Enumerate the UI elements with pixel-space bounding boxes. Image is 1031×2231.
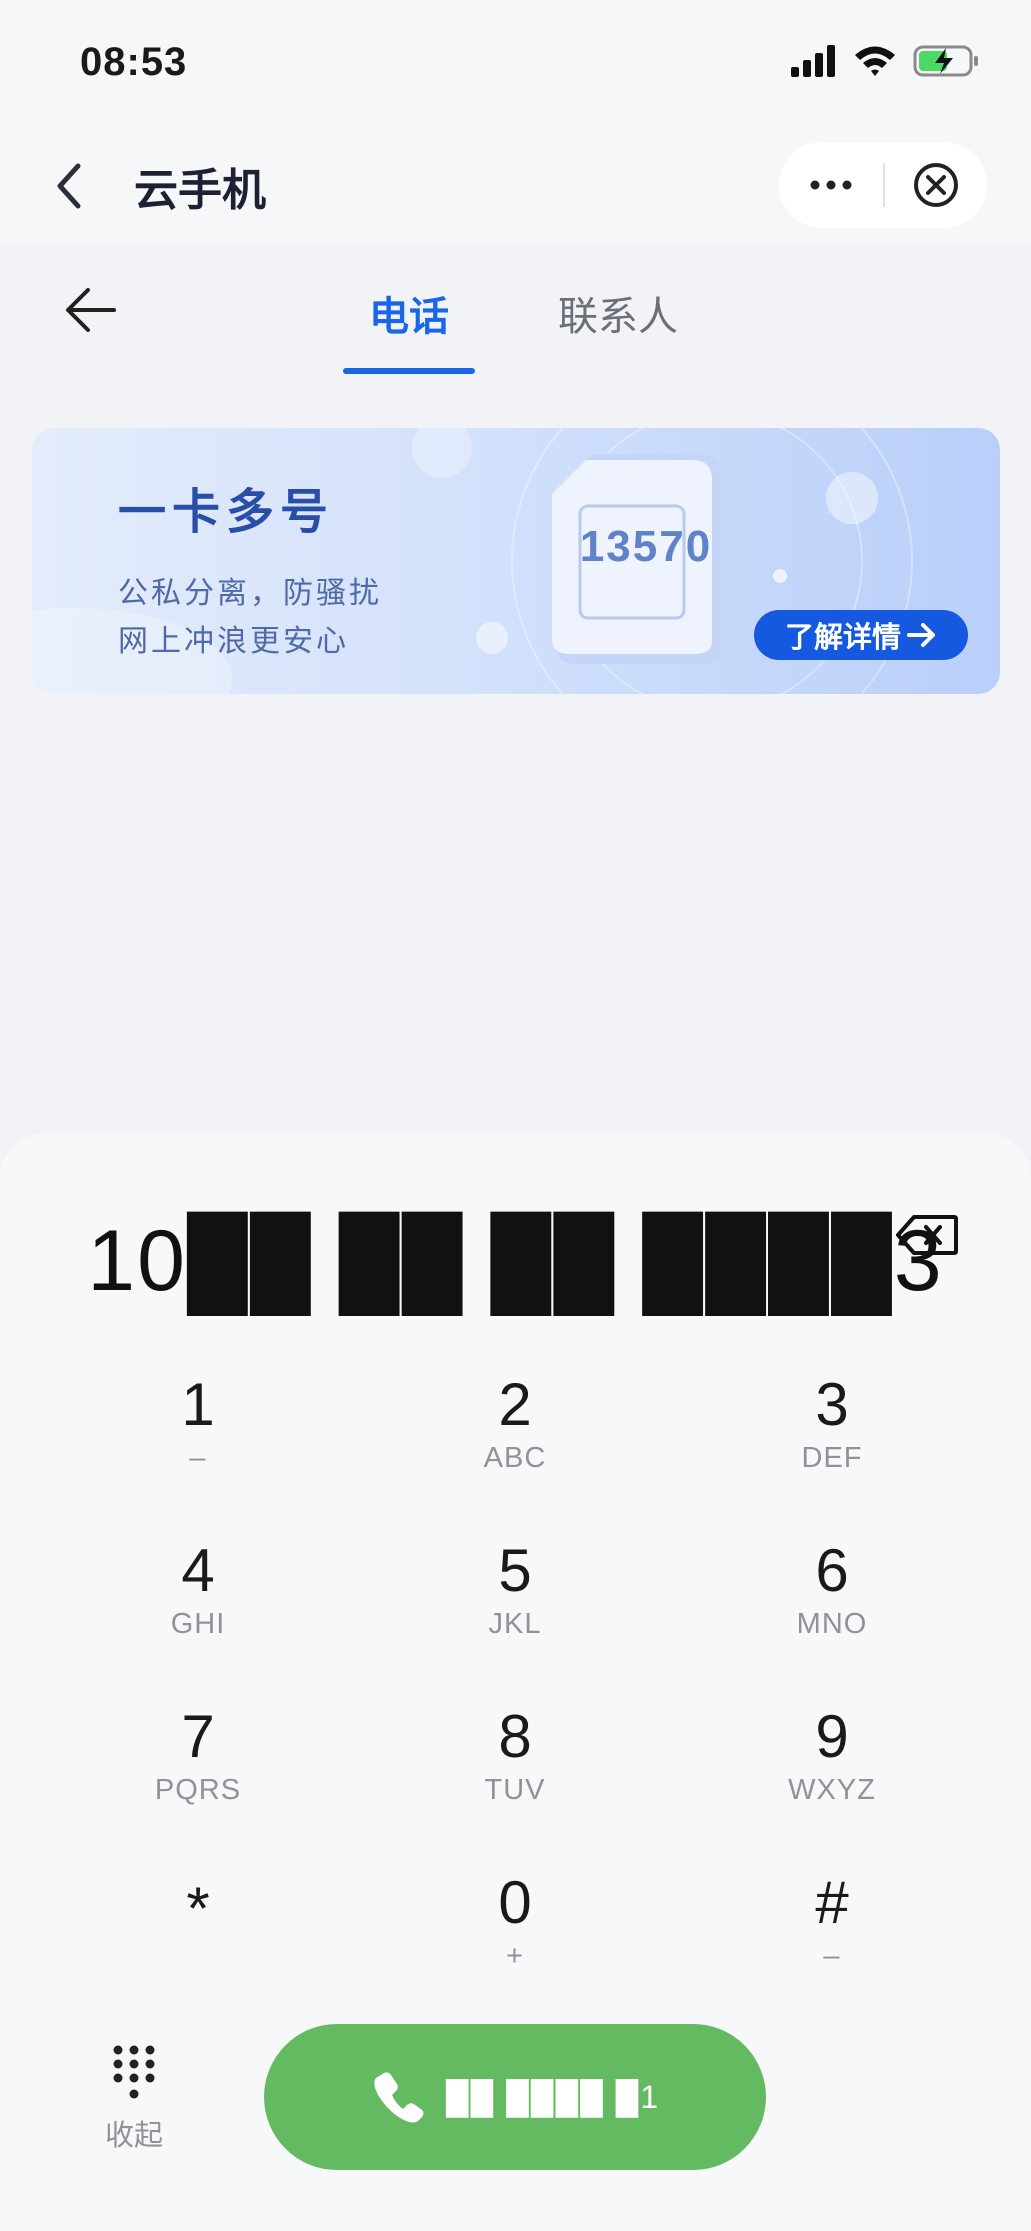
key-letters: – <box>189 1442 207 1474</box>
key-1[interactable]: 1 – <box>98 1370 298 1500</box>
arrow-left-icon[interactable] <box>64 282 120 338</box>
wifi-icon <box>855 46 895 76</box>
mini-program-title: 云手机 <box>134 166 266 215</box>
key-digit: 7 <box>181 1703 215 1770</box>
call-button[interactable]: ██ ████ █1 <box>264 2024 766 2170</box>
key-4[interactable]: 4 GHI <box>98 1536 298 1666</box>
key-digit: 9 <box>815 1703 849 1770</box>
battery-charging-icon <box>913 45 978 77</box>
key-letters: DEF <box>801 1442 863 1474</box>
promo-banner[interactable]: 一卡多号 公私分离，防骚扰 网上冲浪更安心 13570 了解详情 <box>32 428 1000 694</box>
backspace-icon[interactable] <box>896 1214 958 1256</box>
key-letters: JKL <box>488 1608 542 1640</box>
key-digit: * <box>186 1875 210 1942</box>
sim-card-digits: 13570 <box>579 522 713 571</box>
key-6[interactable]: 6 MNO <box>732 1536 932 1666</box>
key-7[interactable]: 7 PQRS <box>98 1702 298 1832</box>
key-9[interactable]: 9 WXYZ <box>732 1702 932 1832</box>
key-3[interactable]: 3 DEF <box>732 1370 932 1500</box>
app-content: 电话 联系人 一卡多号 公私分离，防骚扰 网上冲浪更安心 13570 了解详情 <box>0 242 1031 1142</box>
learn-more-button[interactable]: 了解详情 <box>754 610 968 660</box>
more-button[interactable] <box>779 142 883 228</box>
key-digit: 4 <box>181 1537 215 1604</box>
tab-phone[interactable]: 电话 <box>369 284 449 342</box>
mini-program-header: 云手机 <box>0 130 1031 242</box>
status-time: 08:53 <box>80 40 188 84</box>
key-2[interactable]: 2 ABC <box>415 1370 615 1500</box>
close-button[interactable] <box>885 142 987 228</box>
banner-subtitle-2: 网上冲浪更安心 <box>118 625 349 658</box>
key-letters: PQRS <box>154 1774 242 1806</box>
dialed-number: 10██ ██ ██ ████3 <box>87 1213 944 1309</box>
key-digit: 0 <box>498 1869 532 1936</box>
key-letters: MNO <box>796 1608 868 1640</box>
key-letters: WXYZ <box>788 1774 876 1806</box>
tab-active-indicator <box>343 368 475 374</box>
key-letters: + <box>506 1940 524 1972</box>
close-circle-icon <box>914 163 958 207</box>
key-digit: 1 <box>181 1371 215 1438</box>
key-digit: 6 <box>815 1537 849 1604</box>
key-letters: GHI <box>170 1608 226 1640</box>
key-digit: 2 <box>498 1371 532 1438</box>
banner-title: 一卡多号 <box>118 486 335 539</box>
key-letters: ABC <box>483 1442 547 1474</box>
key-digit: 5 <box>498 1537 532 1604</box>
key-0[interactable]: 0 + <box>415 1868 615 1998</box>
status-icons <box>791 44 981 78</box>
banner-subtitle-1: 公私分离，防骚扰 <box>118 577 382 610</box>
collapse-keypad-button[interactable]: 收起 <box>86 2044 182 2154</box>
key-star[interactable]: * <box>98 1868 298 1998</box>
key-letters: TUV <box>484 1774 546 1806</box>
key-5[interactable]: 5 JKL <box>415 1536 615 1666</box>
key-digit: 8 <box>498 1703 532 1770</box>
collapse-label: 收起 <box>104 2120 163 2152</box>
back-chevron-icon[interactable] <box>44 156 94 216</box>
keypad-grid-icon <box>113 2045 155 2099</box>
key-8[interactable]: 8 TUV <box>415 1702 615 1832</box>
arrow-right-icon <box>907 623 935 647</box>
key-digit: # <box>815 1869 849 1936</box>
learn-more-label: 了解详情 <box>784 622 901 654</box>
key-hash[interactable]: # – <box>732 1868 932 1998</box>
tab-contacts[interactable]: 联系人 <box>558 284 678 342</box>
key-digit: 3 <box>815 1371 849 1438</box>
call-label: ██ ████ █1 <box>445 2078 661 2115</box>
more-dots-icon <box>810 180 852 190</box>
signal-icon <box>791 45 835 77</box>
key-letters: – <box>823 1940 841 1972</box>
phone-icon <box>374 2072 424 2123</box>
dial-pad: 10██ ██ ██ ████3 1 – 2 ABC 3 DEF 4 GHI 5… <box>0 1134 1031 2231</box>
status-bar: 08:53 <box>0 0 1031 130</box>
capsule-menu <box>779 142 987 228</box>
